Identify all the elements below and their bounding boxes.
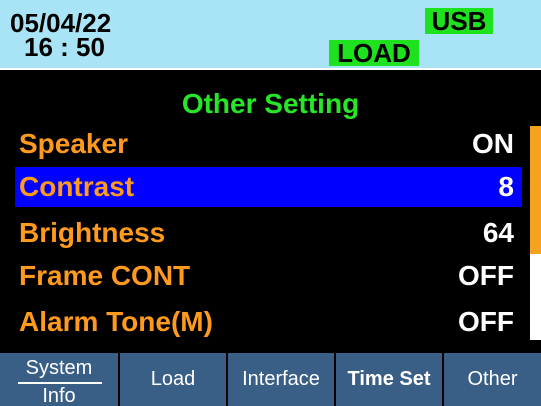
page-title: Other Setting bbox=[181, 88, 360, 119]
tab-divider-line bbox=[18, 382, 102, 384]
softkey-bar: System Info Load Interface Time Set Othe… bbox=[0, 351, 541, 406]
setting-value: OFF bbox=[458, 260, 514, 291]
setting-label: Speaker bbox=[19, 128, 128, 159]
status-divider bbox=[0, 68, 541, 70]
instrument-screen: 05/04/22 16 : 50 USB LOAD Other Setting … bbox=[0, 0, 541, 406]
status-bar: 05/04/22 16 : 50 USB LOAD bbox=[0, 0, 541, 70]
scrollbar-thumb[interactable] bbox=[530, 126, 541, 254]
setting-label: Contrast bbox=[19, 171, 135, 202]
tab-label-line2: Info bbox=[42, 385, 76, 406]
setting-value: OFF bbox=[458, 306, 514, 337]
setting-value: ON bbox=[472, 128, 514, 159]
tab-time-set[interactable]: Time Set bbox=[336, 353, 444, 406]
setting-row-brightness[interactable]: Brightness 64 bbox=[15, 213, 522, 253]
tab-label-line1: System bbox=[25, 357, 93, 379]
time-display: 16 : 50 bbox=[24, 32, 105, 62]
setting-row-alarm-tone[interactable]: Alarm Tone(M) OFF bbox=[15, 302, 522, 342]
load-status-badge: LOAD bbox=[329, 40, 419, 66]
tab-other[interactable]: Other bbox=[444, 353, 541, 406]
setting-label: Frame CONT bbox=[19, 260, 191, 291]
setting-row-contrast[interactable]: Contrast 8 bbox=[15, 167, 522, 207]
setting-row-frame-cont[interactable]: Frame CONT OFF bbox=[15, 256, 522, 296]
setting-value: 64 bbox=[482, 217, 514, 248]
setting-row-speaker[interactable]: Speaker ON bbox=[15, 124, 522, 164]
tab-system-info[interactable]: System Info bbox=[0, 353, 120, 406]
setting-label: Alarm Tone(M) bbox=[19, 306, 213, 337]
tab-load[interactable]: Load bbox=[120, 353, 228, 406]
setting-value: 8 bbox=[498, 171, 514, 202]
tab-interface[interactable]: Interface bbox=[228, 353, 336, 406]
usb-badge: USB bbox=[425, 8, 493, 34]
setting-label: Brightness bbox=[19, 217, 166, 248]
